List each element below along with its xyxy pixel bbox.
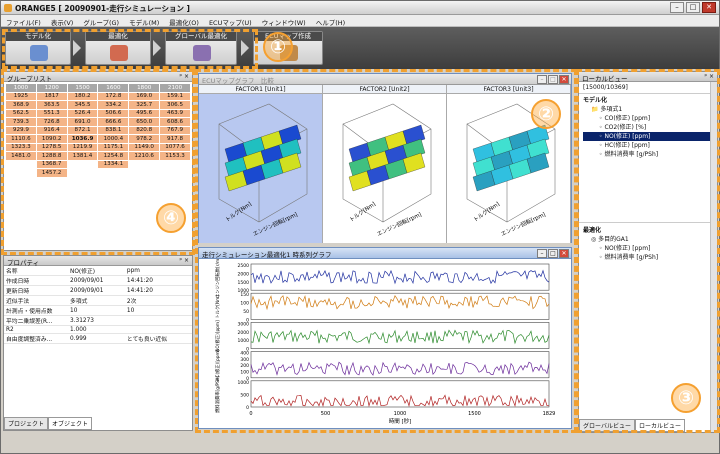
property-row[interactable]: 更新日時 2009/09/01 14:41:20 <box>4 285 192 296</box>
properties-title: プロパティ <box>7 259 40 267</box>
property-row[interactable]: 作成日時 2009/09/01 14:41:20 <box>4 275 192 286</box>
menu-group[interactable]: グループ(G) <box>78 15 124 27</box>
property-cell: 平均二乗誤差(R... <box>4 315 68 326</box>
menu-file[interactable]: ファイル(F) <box>1 15 46 27</box>
callout-2: ② <box>531 99 561 129</box>
graph-area-highlight <box>195 69 577 433</box>
callout-3: ③ <box>671 383 701 413</box>
property-cell: 14:41:20 <box>124 285 192 296</box>
properties-table: 名称 NO(修正) ppm 作成日時 2009/09/01 14:41:20 更新日時 200… <box>4 266 192 344</box>
pin-icon[interactable]: ᵖ × <box>179 257 189 264</box>
property-row[interactable]: R2 1.000 <box>4 325 192 334</box>
property-row[interactable]: 名称 NO(修正) ppm <box>4 266 192 276</box>
property-cell: 更新日時 <box>4 285 68 296</box>
property-cell: 2次 <box>124 295 192 306</box>
property-cell: 1.000 <box>68 325 125 334</box>
menu-window[interactable]: ウィンドウ(W) <box>257 15 311 27</box>
menu-optimize[interactable]: 最適化(O) <box>164 15 204 27</box>
property-cell: ppm <box>124 266 192 276</box>
title-bar: ORANGE5 [ 20090901-走行シミュレーション ] – □ ✕ <box>1 1 719 15</box>
callout-1: ① <box>263 32 293 62</box>
property-cell: 自由度調整済み... <box>4 333 68 344</box>
property-cell: 作成日時 <box>4 275 68 286</box>
property-cell <box>124 315 192 326</box>
property-cell: 10 <box>124 305 192 316</box>
minimize-button[interactable]: – <box>670 2 684 13</box>
property-cell: とても良い近似 <box>124 333 192 344</box>
tab-object[interactable]: オブジェクト <box>48 417 93 430</box>
property-cell <box>124 325 192 334</box>
property-row[interactable]: 計測点・使用点数 10 10 <box>4 305 192 316</box>
property-cell: 0.999 <box>68 333 125 344</box>
property-row[interactable]: 近似手法 多項式 2次 <box>4 295 192 306</box>
toolbar-highlight <box>2 29 258 69</box>
property-cell: 10 <box>68 305 125 316</box>
menu-view[interactable]: 表示(V) <box>46 15 79 27</box>
property-cell: R2 <box>4 325 68 334</box>
menu-model[interactable]: モデル(M) <box>124 15 164 27</box>
property-row[interactable]: 平均二乗誤差(R... 3.31273 <box>4 315 192 326</box>
app-icon <box>4 4 12 12</box>
window-title: ORANGE5 [ 20090901-走行シミュレーション ] <box>15 4 190 13</box>
property-row[interactable]: 自由度調整済み... 0.999 とても良い近似 <box>4 333 192 344</box>
app-window: ORANGE5 [ 20090901-走行シミュレーション ] – □ ✕ ファ… <box>0 0 720 454</box>
property-cell: NO(修正) <box>68 266 125 276</box>
property-cell: 近似手法 <box>4 295 68 306</box>
properties-panel: プロパティ ᵖ × 名称 NO(修正) ppm 作成日時 2009/09/01 14:41:… <box>3 255 193 431</box>
maximize-button[interactable]: □ <box>686 2 700 13</box>
callout-4: ④ <box>156 203 186 233</box>
property-cell: 14:41:20 <box>124 275 192 286</box>
menu-help[interactable]: ヘルプ(H) <box>311 15 350 27</box>
close-button[interactable]: ✕ <box>702 2 716 13</box>
menu-bar: ファイル(F) 表示(V) グループ(G) モデル(M) 最適化(O) ECUマ… <box>1 15 719 27</box>
property-cell: 計測点・使用点数 <box>4 305 68 316</box>
property-cell: 多項式 <box>68 295 125 306</box>
property-cell: 2009/09/01 <box>68 275 125 286</box>
property-cell: 3.31273 <box>68 315 125 326</box>
property-cell: 2009/09/01 <box>68 285 125 296</box>
property-cell: 名称 <box>4 266 68 276</box>
local-view-highlight <box>576 69 720 433</box>
tab-project[interactable]: プロジェクト <box>4 417 49 430</box>
menu-ecu-map[interactable]: ECUマップ(U) <box>204 15 257 27</box>
